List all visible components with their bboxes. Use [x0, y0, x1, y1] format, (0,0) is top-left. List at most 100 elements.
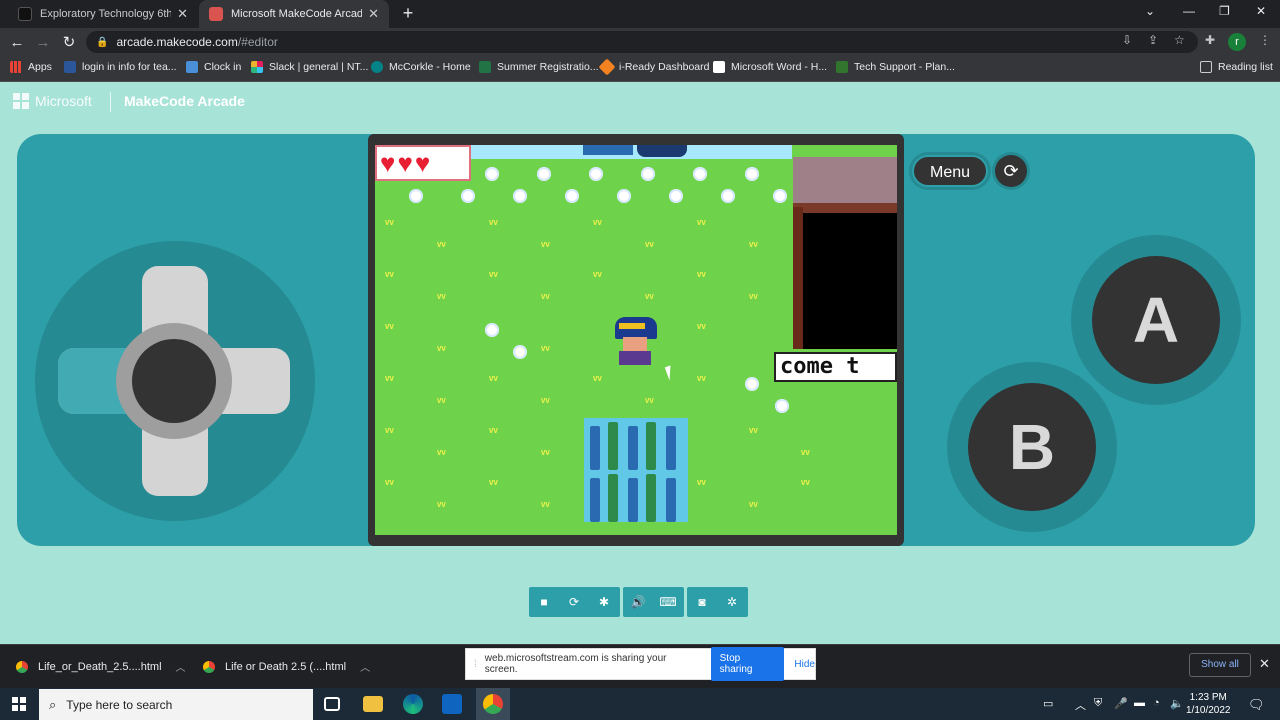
- chevron-up-icon[interactable]: ︿: [1075, 697, 1086, 713]
- profile-avatar[interactable]: r: [1228, 33, 1246, 51]
- chevron-up-icon[interactable]: ︿: [176, 659, 186, 674]
- grass-tuft: ᵥᵥ: [489, 421, 498, 435]
- close-downloads-icon[interactable]: ✕: [1259, 656, 1270, 672]
- drag-handle-icon[interactable]: ⁞: [474, 659, 477, 670]
- a-button[interactable]: A: [1092, 256, 1220, 384]
- reed: [666, 478, 676, 522]
- b-button[interactable]: B: [968, 383, 1096, 511]
- clock-date: 1/10/2022: [1186, 705, 1231, 716]
- minimize-icon[interactable]: —: [1183, 4, 1195, 18]
- bookmark-login-info[interactable]: login in info for tea...: [64, 61, 177, 73]
- notification-app-icon[interactable]: ▭: [1043, 697, 1053, 710]
- bookmark-star-icon[interactable]: ☆: [1174, 33, 1185, 47]
- flower: [537, 167, 551, 181]
- install-icon[interactable]: ⇩: [1122, 33, 1132, 47]
- flower: [485, 323, 499, 337]
- bookmark-label: Tech Support - Plan...: [854, 61, 955, 73]
- task-view-icon[interactable]: [324, 697, 340, 711]
- sharepoint-icon: [371, 61, 383, 73]
- lock-icon: 🔒: [96, 36, 109, 48]
- sound-icon[interactable]: 🔊: [623, 587, 653, 617]
- bookmark-slack[interactable]: Slack | general | NT...: [251, 61, 368, 73]
- download-item[interactable]: Life or Death 2.5 (....html ︿: [203, 659, 370, 674]
- bookmark-label: i-Ready Dashboard: [619, 61, 710, 73]
- restart-icon[interactable]: ⟳: [559, 587, 589, 617]
- fullscreen-icon[interactable]: ✲: [717, 587, 747, 617]
- chevron-up-icon[interactable]: ︿: [360, 659, 370, 674]
- chrome-menu-icon[interactable]: ⋮: [1259, 33, 1271, 47]
- reeds-top: [583, 145, 633, 155]
- reed: [628, 478, 638, 522]
- outlook-icon[interactable]: [442, 694, 462, 714]
- download-item[interactable]: Life_or_Death_2.5....html ︿: [16, 659, 186, 674]
- grass-tuft: ᵥᵥ: [437, 443, 446, 457]
- security-icon[interactable]: ⛨: [1094, 697, 1102, 710]
- tab-title: Exploratory Technology 6th grad: [40, 8, 172, 20]
- action-center-icon[interactable]: 🗨: [1248, 697, 1265, 713]
- bookmark-summer-registration[interactable]: Summer Registratio...: [479, 61, 599, 73]
- hide-button[interactable]: Hide: [794, 659, 815, 670]
- tab-search-icon[interactable]: ⌄: [1145, 4, 1155, 18]
- taskbar-search[interactable]: ⌕ Type here to search: [39, 689, 313, 720]
- close-tab-icon[interactable]: ✕: [177, 6, 188, 22]
- rock-edge: [793, 203, 897, 213]
- microsoft-brand[interactable]: Microsoft: [35, 93, 92, 109]
- grass-tuft: ᵥᵥ: [749, 421, 758, 435]
- bookmark-microsoft-word[interactable]: Microsoft Word - H...: [713, 61, 827, 73]
- close-tab-icon[interactable]: ✕: [368, 6, 379, 22]
- battery-icon[interactable]: ▬: [1134, 697, 1145, 709]
- bookmark-mccorkle[interactable]: McCorkle - Home: [371, 61, 471, 73]
- file-explorer-icon[interactable]: [363, 696, 383, 712]
- address-bar[interactable]: 🔒 arcade.makecode.com/#editor: [86, 31, 1198, 53]
- tab-makecode-arcade[interactable]: Microsoft MakeCode Arcade ✕: [199, 0, 389, 28]
- microsoft-logo[interactable]: [13, 93, 29, 109]
- tab-exploratory-technology[interactable]: Exploratory Technology 6th grad ✕: [8, 0, 198, 28]
- wifi-icon[interactable]: ◔: [1153, 697, 1160, 709]
- restart-game-button[interactable]: ⟳: [995, 155, 1027, 187]
- slack-icon: [251, 61, 263, 73]
- edge-icon[interactable]: [403, 694, 423, 714]
- screenshot-icon[interactable]: ◙: [687, 587, 717, 617]
- keyboard-icon[interactable]: ⌨: [653, 587, 683, 617]
- windows-start-icon[interactable]: [12, 697, 26, 711]
- bookmark-tech-support[interactable]: Tech Support - Plan...: [836, 61, 955, 73]
- bookmark-apps[interactable]: Apps: [10, 61, 52, 73]
- grass-tuft: ᵥᵥ: [541, 495, 550, 509]
- grass-tuft: ᵥᵥ: [749, 495, 758, 509]
- grass-tuft: ᵥᵥ: [541, 339, 550, 353]
- grass-tuft: ᵥᵥ: [697, 473, 706, 487]
- menu-button[interactable]: Menu: [912, 155, 988, 187]
- game-screen[interactable]: ♥ ♥ ♥ ᵥᵥ ᵥᵥ ᵥᵥ ᵥᵥ ᵥᵥ ᵥᵥ ᵥᵥ ᵥᵥ ᵥᵥ ᵥᵥ ᵥᵥ ᵥ…: [375, 145, 897, 535]
- bookmark-iready[interactable]: i-Ready Dashboard: [598, 58, 710, 76]
- sim-io-group: 🔊 ⌨: [623, 587, 684, 617]
- forward-icon[interactable]: →: [30, 34, 56, 51]
- reading-list[interactable]: Reading list: [1200, 61, 1273, 73]
- stop-sharing-button[interactable]: Stop sharing: [710, 647, 785, 681]
- volume-icon[interactable]: 🔈: [1170, 697, 1184, 710]
- back-icon[interactable]: ←: [4, 34, 30, 51]
- microphone-icon[interactable]: 🎤: [1114, 697, 1128, 710]
- chrome-file-icon: [203, 660, 215, 673]
- chrome-icon[interactable]: [483, 694, 503, 714]
- player-sprite: [613, 317, 659, 367]
- reload-icon[interactable]: ↻: [56, 33, 82, 51]
- joystick-center[interactable]: [132, 339, 216, 423]
- flower: [409, 189, 423, 203]
- reed: [590, 426, 600, 470]
- restart-icon: ⟳: [1003, 161, 1019, 181]
- grass-tuft: ᵥᵥ: [437, 339, 446, 353]
- debug-icon[interactable]: ✱: [589, 587, 619, 617]
- close-window-icon[interactable]: ✕: [1256, 4, 1266, 18]
- stop-icon[interactable]: ■: [529, 587, 559, 617]
- flower: [513, 189, 527, 203]
- grass-tuft: ᵥᵥ: [437, 495, 446, 509]
- show-all-button[interactable]: Show all: [1189, 653, 1251, 677]
- grass-tuft: ᵥᵥ: [385, 421, 394, 435]
- taskbar-clock[interactable]: 1:23 PM 1/10/2022: [1186, 691, 1231, 717]
- bookmark-clock-in[interactable]: Clock in: [186, 61, 241, 73]
- share-icon[interactable]: ⇪: [1148, 33, 1158, 47]
- extensions-icon[interactable]: ✚: [1205, 33, 1215, 47]
- restore-icon[interactable]: ❐: [1219, 4, 1230, 18]
- new-tab-button[interactable]: +: [398, 3, 418, 24]
- product-title[interactable]: MakeCode Arcade: [124, 93, 245, 109]
